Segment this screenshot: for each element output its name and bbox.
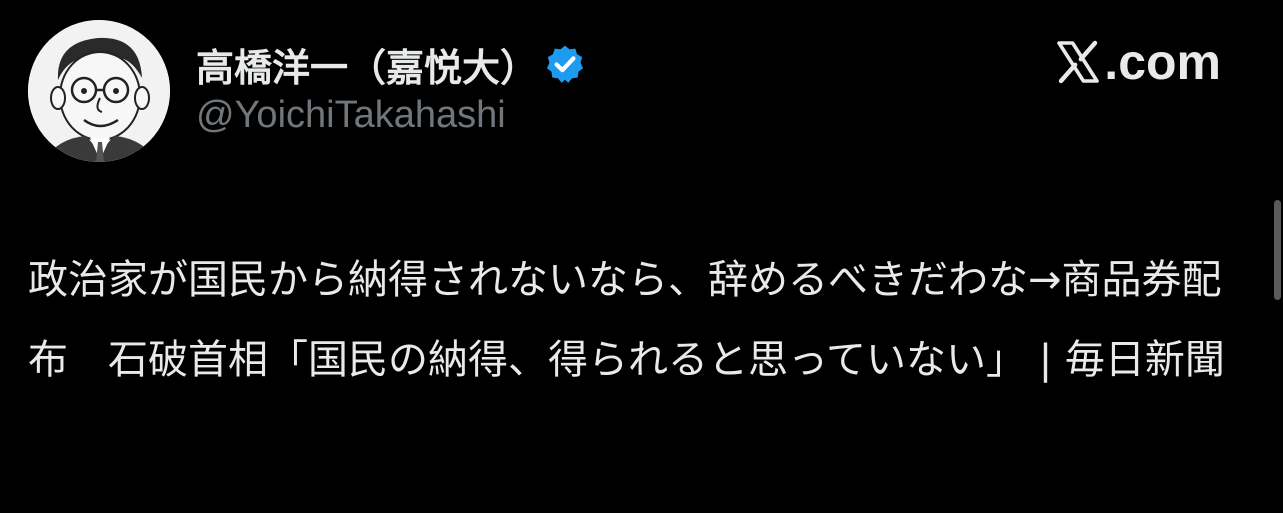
verified-badge-icon — [546, 45, 584, 83]
author-handle[interactable]: @YoichiTakahashi — [196, 94, 506, 137]
scrollbar[interactable] — [1274, 200, 1281, 300]
author-name-row: 高橋洋一（嘉悦大） — [196, 38, 586, 90]
x-logo-icon — [1057, 40, 1100, 84]
author-display-name[interactable]: 高橋洋一（嘉悦大） — [196, 37, 538, 92]
x-brand[interactable]: .com — [1054, 34, 1221, 90]
brand-domain-text: .com — [1104, 34, 1221, 90]
tweet-card: 高橋洋一（嘉悦大） @YoichiTakahashi .com 政治家が国民から… — [0, 0, 1283, 513]
caricature-avatar-icon — [28, 20, 170, 162]
avatar[interactable] — [28, 20, 170, 162]
tweet-text: 政治家が国民から納得されないなら、辞めるべきだわな→商品券配布 石破首相「国民の… — [28, 257, 1225, 383]
